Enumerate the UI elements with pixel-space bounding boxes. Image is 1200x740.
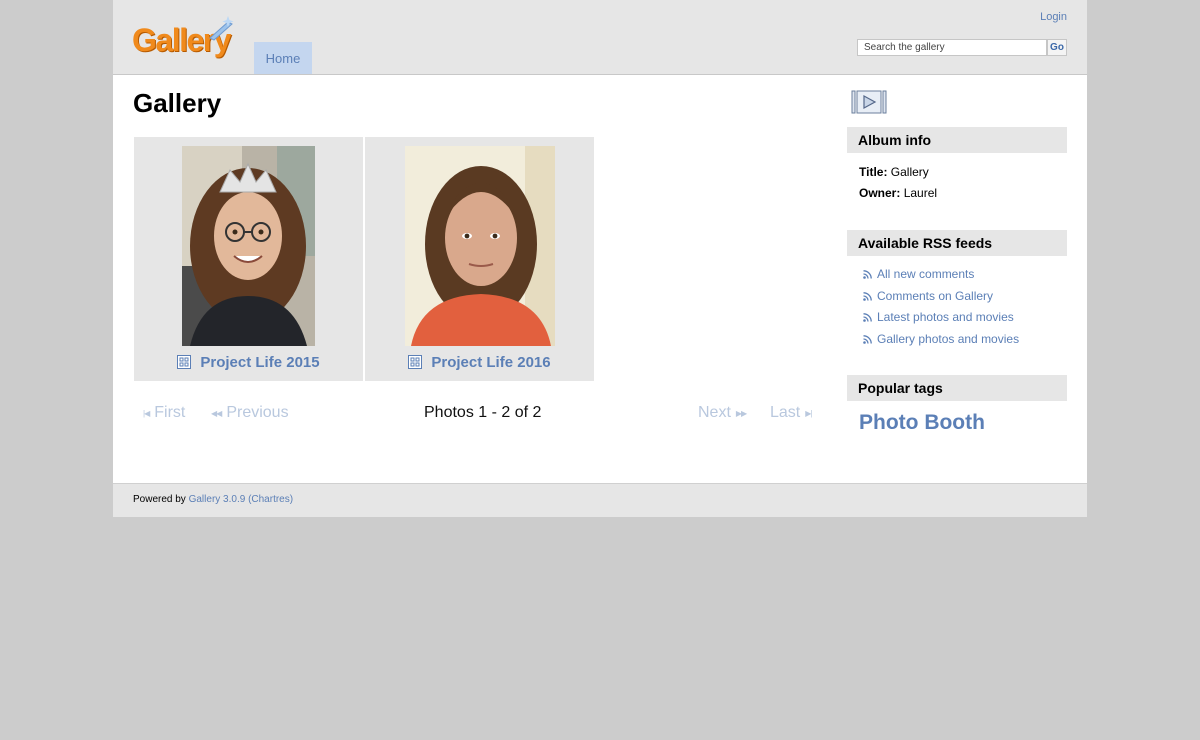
nav-tab-home[interactable]: Home xyxy=(254,42,312,74)
gallery-version-link[interactable]: Gallery 3.0.9 (Chartres) xyxy=(189,494,293,505)
portrait-photo xyxy=(405,146,555,346)
pager-first-label: First xyxy=(154,404,186,421)
rss-feeds-heading: Available RSS feeds xyxy=(847,230,1067,256)
pager-last-label: Last xyxy=(770,404,801,421)
album-title-link[interactable]: Project Life 2015 xyxy=(134,351,363,373)
popular-tags-heading: Popular tags xyxy=(847,375,1067,401)
rss-item-label: All new comments xyxy=(877,267,975,281)
powered-by-text: Powered by xyxy=(133,494,186,505)
owner-label: Owner: xyxy=(859,186,901,200)
pager-last[interactable]: Last ▶| xyxy=(770,404,813,422)
pager-next-label: Next xyxy=(698,404,731,421)
page: Gallery Home Login Go Gallery xyxy=(113,0,1087,517)
search-go-button[interactable]: Go xyxy=(1047,39,1067,56)
tag-link[interactable]: Photo Booth xyxy=(859,411,985,435)
album-info-heading: Album info xyxy=(847,127,1067,153)
album-icon xyxy=(177,355,192,369)
rss-icon xyxy=(863,312,872,322)
first-arrow-icon: |◀ xyxy=(143,408,150,418)
album-thumbnail[interactable] xyxy=(182,146,315,346)
rss-item-label: Latest photos and movies xyxy=(877,310,1014,324)
album-title: Project Life 2015 xyxy=(200,353,320,371)
login-link[interactable]: Login xyxy=(1040,11,1067,23)
rss-item[interactable]: Gallery photos and movies xyxy=(863,332,1019,346)
logo-sparkle-icon xyxy=(209,16,234,41)
rss-item[interactable]: Latest photos and movies xyxy=(863,310,1014,324)
footer: Powered by Gallery 3.0.9 (Chartres) xyxy=(113,483,1087,517)
rss-icon xyxy=(863,334,872,344)
album-card[interactable]: Project Life 2015 xyxy=(134,137,363,381)
pager-previous-label: Previous xyxy=(226,404,289,421)
rss-icon xyxy=(863,291,872,301)
previous-arrow-icon: ◀◀ xyxy=(211,408,222,418)
pager-previous[interactable]: ◀◀ Previous xyxy=(211,404,289,422)
album-info-owner: Owner: Laurel xyxy=(859,186,937,200)
owner-value: Laurel xyxy=(903,186,938,200)
page-title: Gallery xyxy=(133,88,222,118)
search-input[interactable] xyxy=(857,39,1047,56)
header: Gallery Home Login Go xyxy=(113,0,1087,75)
next-arrow-icon: ▶▶ xyxy=(735,408,747,418)
rss-item-label: Comments on Gallery xyxy=(877,289,994,303)
slideshow-icon[interactable] xyxy=(851,90,887,114)
pager-info: Photos 1 - 2 of 2 xyxy=(424,404,542,421)
pager-first[interactable]: |◀ First xyxy=(143,404,185,422)
rss-item[interactable]: All new comments xyxy=(863,267,974,281)
title-value: Gallery xyxy=(890,165,929,179)
rss-item-label: Gallery photos and movies xyxy=(877,332,1020,346)
album-title: Project Life 2016 xyxy=(431,353,551,371)
gallery-logo[interactable]: Gallery xyxy=(132,14,238,60)
last-arrow-icon: ▶| xyxy=(805,408,812,418)
title-label: Title: xyxy=(859,165,888,179)
album-thumbnail[interactable] xyxy=(405,146,555,346)
portrait-photo xyxy=(182,146,315,346)
pager-next[interactable]: Next ▶▶ xyxy=(698,404,747,422)
rss-item[interactable]: Comments on Gallery xyxy=(863,289,993,303)
album-card[interactable]: Project Life 2016 xyxy=(365,137,594,381)
album-icon xyxy=(408,355,423,369)
album-info-title: Title: Gallery xyxy=(859,165,929,179)
rss-icon xyxy=(863,269,872,279)
album-title-link[interactable]: Project Life 2016 xyxy=(365,351,594,373)
